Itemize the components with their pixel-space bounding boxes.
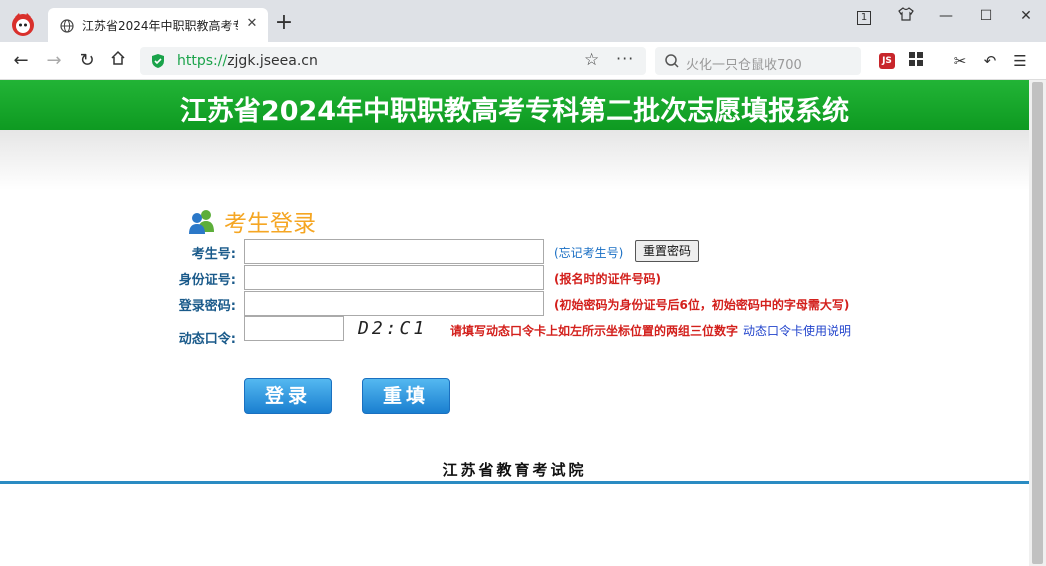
skin-shirt-icon[interactable] [894,6,918,26]
exam-no-label: 考生号: [191,247,236,262]
window-close-icon[interactable]: ✕ [1014,6,1038,26]
otp-help-link[interactable]: 动态口令卡使用说明 [743,322,851,339]
id-no-input[interactable] [244,265,544,290]
maximize-icon[interactable]: ☐ [974,6,998,26]
forward-arrow-icon[interactable]: → [43,50,65,72]
id-no-hint: (报名时的证件号码) [554,272,661,286]
window-counter: 1 [857,11,871,25]
menu-hamburger-icon[interactable]: ☰ [1010,51,1030,71]
id-no-label: 身份证号: [178,273,236,288]
bookmark-star-icon[interactable]: ☆ [584,50,599,70]
exam-no-input[interactable] [244,239,544,264]
url-domain: zjgk.jseea.cn [227,53,318,69]
refill-button[interactable]: 重填 [362,378,450,414]
otp-coordinate-code: D2:C1 [358,318,428,339]
apps-grid-icon[interactable] [906,51,926,71]
footer-organization: 江苏省教育考试院 [442,461,587,479]
page-content: 江苏省2024年中职职教高考专科第二批次志愿填报系统 考生登录 考生号: (忘记… [0,80,1029,566]
search-placeholder: 火化一只仓鼠收700 [686,58,802,73]
tab-title: 江苏省2024年中职职教高考专 [82,19,238,33]
secure-shield-icon [150,53,166,69]
home-icon[interactable] [107,50,129,72]
vertical-scrollbar[interactable] [1029,80,1046,566]
login-title: 考生登录 [224,211,316,237]
reload-icon[interactable]: ↻ [76,50,98,72]
tab-close-icon[interactable]: ✕ [244,16,260,32]
users-icon [188,208,216,234]
reset-password-button[interactable]: 重置密码 [635,240,699,262]
search-box[interactable]: 火化一只仓鼠收700 [655,47,861,75]
otp-input[interactable] [244,316,344,341]
banner-shadow [0,130,1029,190]
otp-hint: 请填写动态口令卡上如左所示坐标位置的两组三位数字 [450,324,739,338]
browser-logo-icon[interactable] [10,11,36,37]
otp-label: 动态口令: [178,332,236,347]
browser-toolbar: ← → ↻ https://zjgk.jseea.cn ☆ ··· 火化一只仓鼠… [0,42,1046,80]
scrollbar-thumb[interactable] [1032,82,1043,564]
search-icon [664,53,680,69]
page-title: 江苏省2024年中职职教高考专科第二批次志愿填报系统 [179,96,850,127]
forgot-exam-no-link[interactable]: (忘记考生号) [554,244,623,261]
header-banner: 江苏省2024年中职职教高考专科第二批次志愿填报系统 [0,80,1029,130]
password-input[interactable] [244,291,544,316]
browser-tab-bar: 江苏省2024年中职职教高考专 ✕ + 1 — ☐ ✕ [0,0,1046,42]
footer-divider [0,481,1029,484]
password-label: 登录密码: [178,299,236,314]
globe-icon [60,18,74,33]
password-hint: (初始密码为身份证号后6位，初始密码中的字母需大写) [554,298,850,312]
minimize-icon[interactable]: — [934,6,958,26]
browser-tab-active[interactable]: 江苏省2024年中职职教高考专 ✕ [48,8,268,42]
undo-icon[interactable]: ↶ [980,51,1000,71]
more-dots-icon[interactable]: ··· [616,49,634,68]
scissors-icon[interactable]: ✂ [950,51,970,71]
window-counter-icon[interactable]: 1 [852,6,876,26]
url-scheme: https:// [177,53,228,69]
login-button[interactable]: 登录 [244,378,332,414]
address-bar[interactable]: https://zjgk.jseea.cn ☆ ··· [140,47,646,75]
js-extension-icon[interactable]: JS [879,53,895,69]
back-arrow-icon[interactable]: ← [10,50,32,72]
new-tab-icon[interactable]: + [274,12,294,34]
address-url: https://zjgk.jseea.cn [177,53,318,69]
